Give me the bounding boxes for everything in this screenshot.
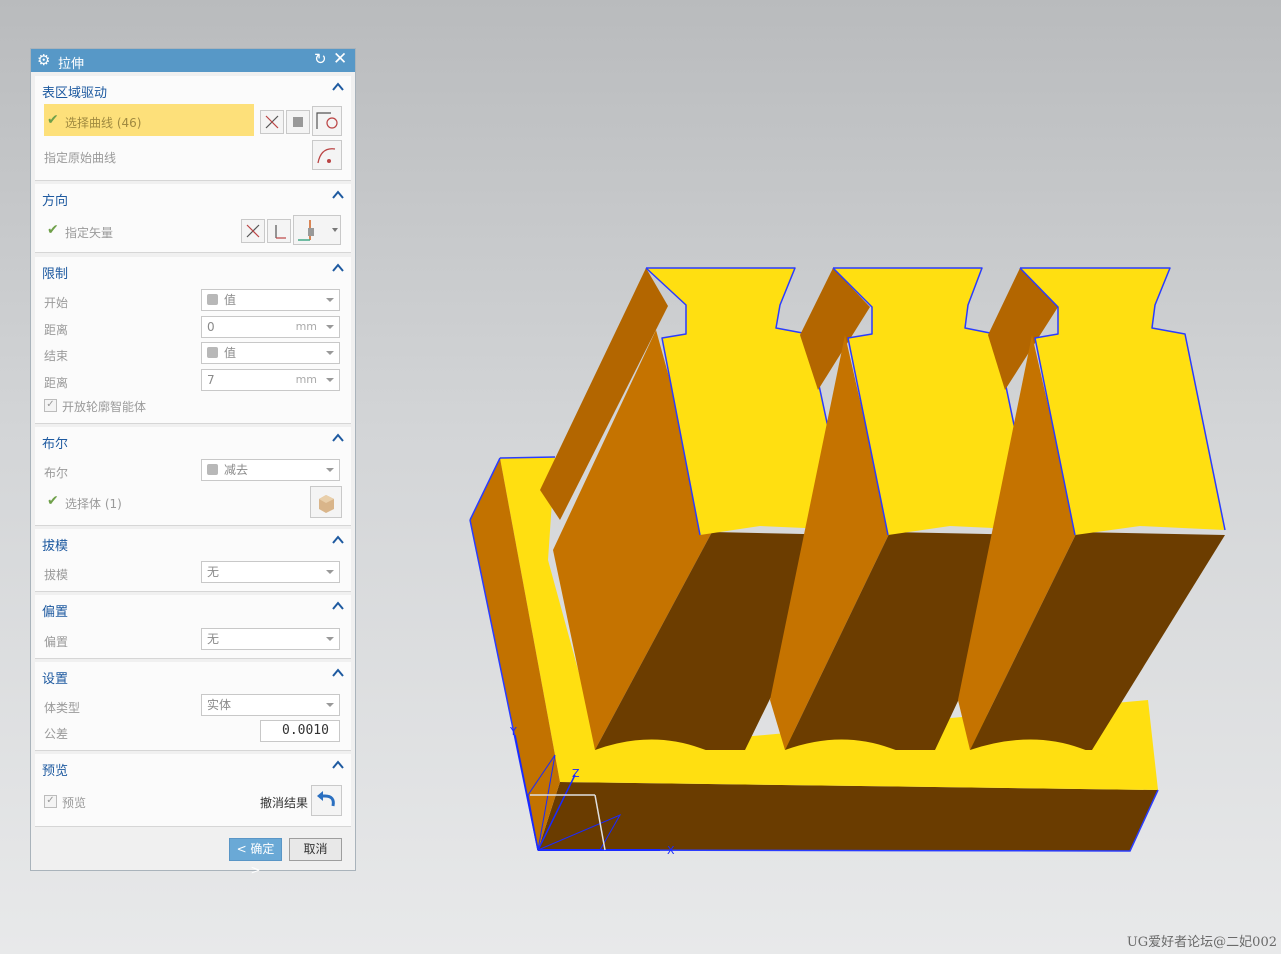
curve-rule-button[interactable] — [260, 110, 284, 134]
face-icon — [293, 117, 303, 127]
open-profile-checkbox[interactable]: ✓ — [44, 399, 57, 412]
vector-type-icon — [298, 220, 338, 241]
dialog-title: 拉伸 — [58, 57, 85, 72]
select-body-label[interactable]: 选择体 (1) — [65, 495, 122, 512]
axis-z-label: Z — [572, 767, 580, 780]
open-profile-label: 开放轮廓智能体 — [62, 400, 147, 414]
start-select[interactable]: 值 — [201, 289, 340, 311]
end-select[interactable]: 值 — [201, 342, 340, 364]
body-type-select[interactable]: 实体 — [201, 694, 340, 716]
undo-result-label: 撤消结果 — [260, 796, 309, 810]
vector-type-dropdown[interactable] — [293, 215, 341, 245]
section-limits: 限制 开始 值 距离 0 mm 结束 值 距离 7 mm ✓ 开放轮廓智能体 — [35, 257, 351, 424]
section-preview: 预览 ✓ 预览 撤消结果 — [35, 754, 351, 827]
section-header[interactable]: 表区域驱动 — [42, 82, 107, 101]
chevron-up-icon[interactable] — [331, 188, 345, 202]
distance-start-label: 距离 — [44, 323, 69, 337]
ok-button[interactable]: < 确定 > — [229, 838, 282, 877]
undo-icon — [317, 791, 335, 807]
undo-result-button[interactable] — [311, 785, 342, 816]
face-select-button[interactable] — [286, 110, 310, 134]
original-curve-label: 指定原始曲线 — [44, 151, 117, 165]
cube-icon — [207, 347, 218, 358]
close-icon[interactable]: ✕ — [333, 49, 347, 69]
sketch-section-icon — [316, 112, 338, 129]
section-header[interactable]: 预览 — [42, 760, 68, 779]
cube-icon — [207, 294, 218, 305]
curve-rule-icon — [265, 115, 279, 129]
solid-body-icon — [319, 495, 334, 513]
section-header[interactable]: 布尔 — [42, 433, 68, 452]
offset-select[interactable]: 无 — [201, 628, 340, 650]
select-body-button[interactable] — [310, 486, 342, 518]
chevron-up-icon[interactable] — [331, 80, 345, 94]
section-direction: 方向 ✔ 指定矢量 — [35, 184, 351, 253]
boolean-select[interactable]: 减去 — [201, 459, 340, 481]
chevron-up-icon[interactable] — [331, 431, 345, 445]
chevron-up-icon[interactable] — [331, 758, 345, 772]
section-settings: 设置 体类型 实体 公差 0.0010 — [35, 662, 351, 751]
sketch-section-button[interactable] — [312, 106, 342, 136]
watermark: UG爱好者论坛@二妃002 — [1126, 935, 1277, 950]
distance-end-label: 距离 — [44, 376, 69, 390]
boolean-label: 布尔 — [44, 466, 69, 480]
vector-dialog-button[interactable] — [267, 219, 291, 243]
start-label: 开始 — [44, 296, 69, 310]
section-boolean: 布尔 布尔 减去 ✔ 选择体 (1) — [35, 427, 351, 526]
section-surface: 表区域驱动 ✔ 选择曲线 (46) 指定原始曲线 — [35, 76, 351, 181]
distance-start-input[interactable]: 0 mm — [201, 316, 340, 338]
reverse-direction-button[interactable] — [241, 219, 265, 243]
distance-end-input[interactable]: 7 mm — [201, 369, 340, 391]
body-type-label: 体类型 — [44, 701, 81, 715]
subtract-icon — [207, 464, 218, 475]
tolerance-input[interactable]: 0.0010 — [260, 720, 340, 742]
axis-x-label: X — [667, 844, 675, 857]
extruded-part-model — [469, 267, 1226, 852]
section-header[interactable]: 限制 — [42, 263, 68, 282]
select-curve-label[interactable]: 选择曲线 (46) — [65, 114, 141, 131]
section-draft: 拔模 拔模 无 — [35, 529, 351, 592]
dialog-titlebar: ⚙ 拉伸 ↻ ✕ — [31, 49, 355, 72]
vector-icon — [275, 225, 286, 239]
draft-select[interactable]: 无 — [201, 561, 340, 583]
end-label: 结束 — [44, 349, 69, 363]
cancel-button[interactable]: 取消 — [289, 838, 342, 861]
draft-label: 拔模 — [44, 568, 69, 582]
section-offset: 偏置 偏置 无 — [35, 595, 351, 659]
section-header[interactable]: 偏置 — [42, 601, 68, 620]
extrude-dialog: ⚙ 拉伸 ↻ ✕ 表区域驱动 ✔ 选择曲线 (46) 指定原始曲线 方向 ✔ 指… — [30, 48, 356, 877]
chevron-up-icon[interactable] — [331, 261, 345, 275]
chevron-up-icon[interactable] — [331, 533, 345, 547]
preview-checkbox[interactable]: ✓ — [44, 795, 57, 808]
chevron-up-icon[interactable] — [331, 599, 345, 613]
original-curve-button[interactable] — [312, 140, 342, 170]
specify-vector-label[interactable]: 指定矢量 — [65, 224, 113, 241]
reset-icon[interactable]: ↻ — [314, 50, 327, 68]
tolerance-label: 公差 — [44, 727, 69, 741]
check-icon: ✔ — [47, 222, 59, 238]
check-icon: ✔ — [47, 112, 59, 128]
preview-label: 预览 — [62, 796, 87, 810]
gear-icon: ⚙ — [37, 51, 51, 69]
axis-y-label: Y — [509, 725, 517, 738]
section-header[interactable]: 方向 — [42, 190, 68, 209]
offset-label: 偏置 — [44, 635, 69, 649]
curve-icon — [317, 148, 336, 164]
reverse-direction-icon — [246, 224, 260, 238]
chevron-up-icon[interactable] — [331, 666, 345, 680]
check-icon: ✔ — [47, 493, 59, 509]
section-header[interactable]: 设置 — [42, 668, 68, 687]
section-header[interactable]: 拔模 — [42, 535, 68, 554]
